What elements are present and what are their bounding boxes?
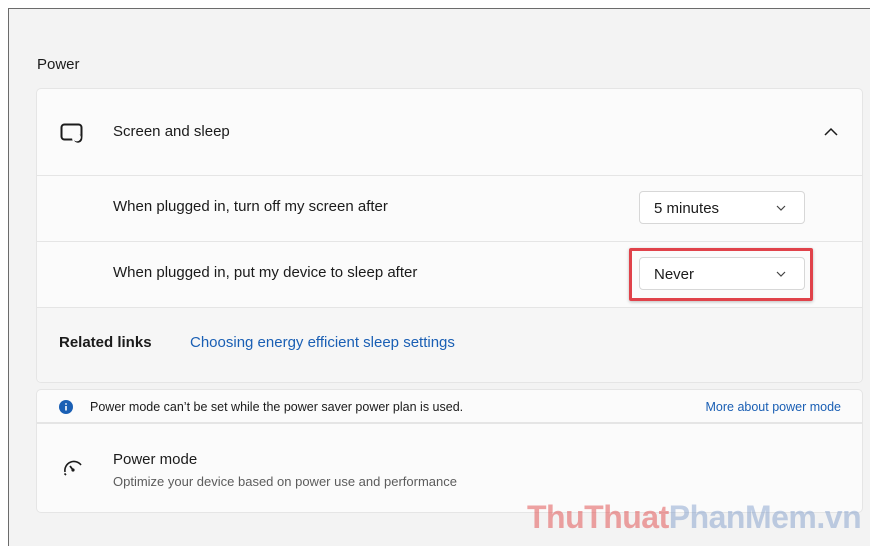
related-links-heading: Related links [59, 334, 152, 351]
info-icon [59, 400, 73, 414]
related-links-row: Related links Choosing energy efficient … [37, 308, 862, 382]
power-mode-gauge-icon [63, 460, 82, 476]
screen-off-row: When plugged in, turn off my screen afte… [37, 176, 862, 242]
section-title: Power [37, 56, 80, 73]
sleep-value: Never [654, 266, 695, 283]
screen-off-value: 5 minutes [654, 200, 720, 217]
energy-sleep-settings-link[interactable]: Choosing energy efficient sleep settings [190, 334, 455, 351]
sleep-label: When plugged in, put my device to sleep … [113, 264, 418, 281]
chevron-down-icon [776, 205, 786, 211]
more-about-power-mode-link[interactable]: More about power mode [706, 400, 842, 414]
info-message: Power mode can’t be set while the power … [90, 400, 464, 414]
power-mode-subtitle: Optimize your device based on power use … [113, 474, 457, 489]
screen-sleep-icon [60, 123, 83, 143]
power-mode-title: Power mode [113, 451, 198, 468]
sleep-row: When plugged in, put my device to sleep … [37, 242, 862, 308]
screen-sleep-header[interactable]: Screen and sleep [37, 89, 862, 176]
sleep-dropdown[interactable]: Never [639, 257, 805, 290]
info-bar: Power mode can’t be set while the power … [36, 389, 863, 423]
power-mode-card: Power mode Optimize your device based on… [36, 423, 863, 513]
chevron-down-icon [776, 271, 786, 277]
screen-sleep-card: Screen and sleep When plugged in, turn o… [36, 88, 863, 383]
screen-off-dropdown[interactable]: 5 minutes [639, 191, 805, 224]
screen-sleep-title: Screen and sleep [113, 123, 230, 140]
chevron-up-icon[interactable] [823, 126, 839, 138]
screen-off-label: When plugged in, turn off my screen afte… [113, 198, 388, 215]
